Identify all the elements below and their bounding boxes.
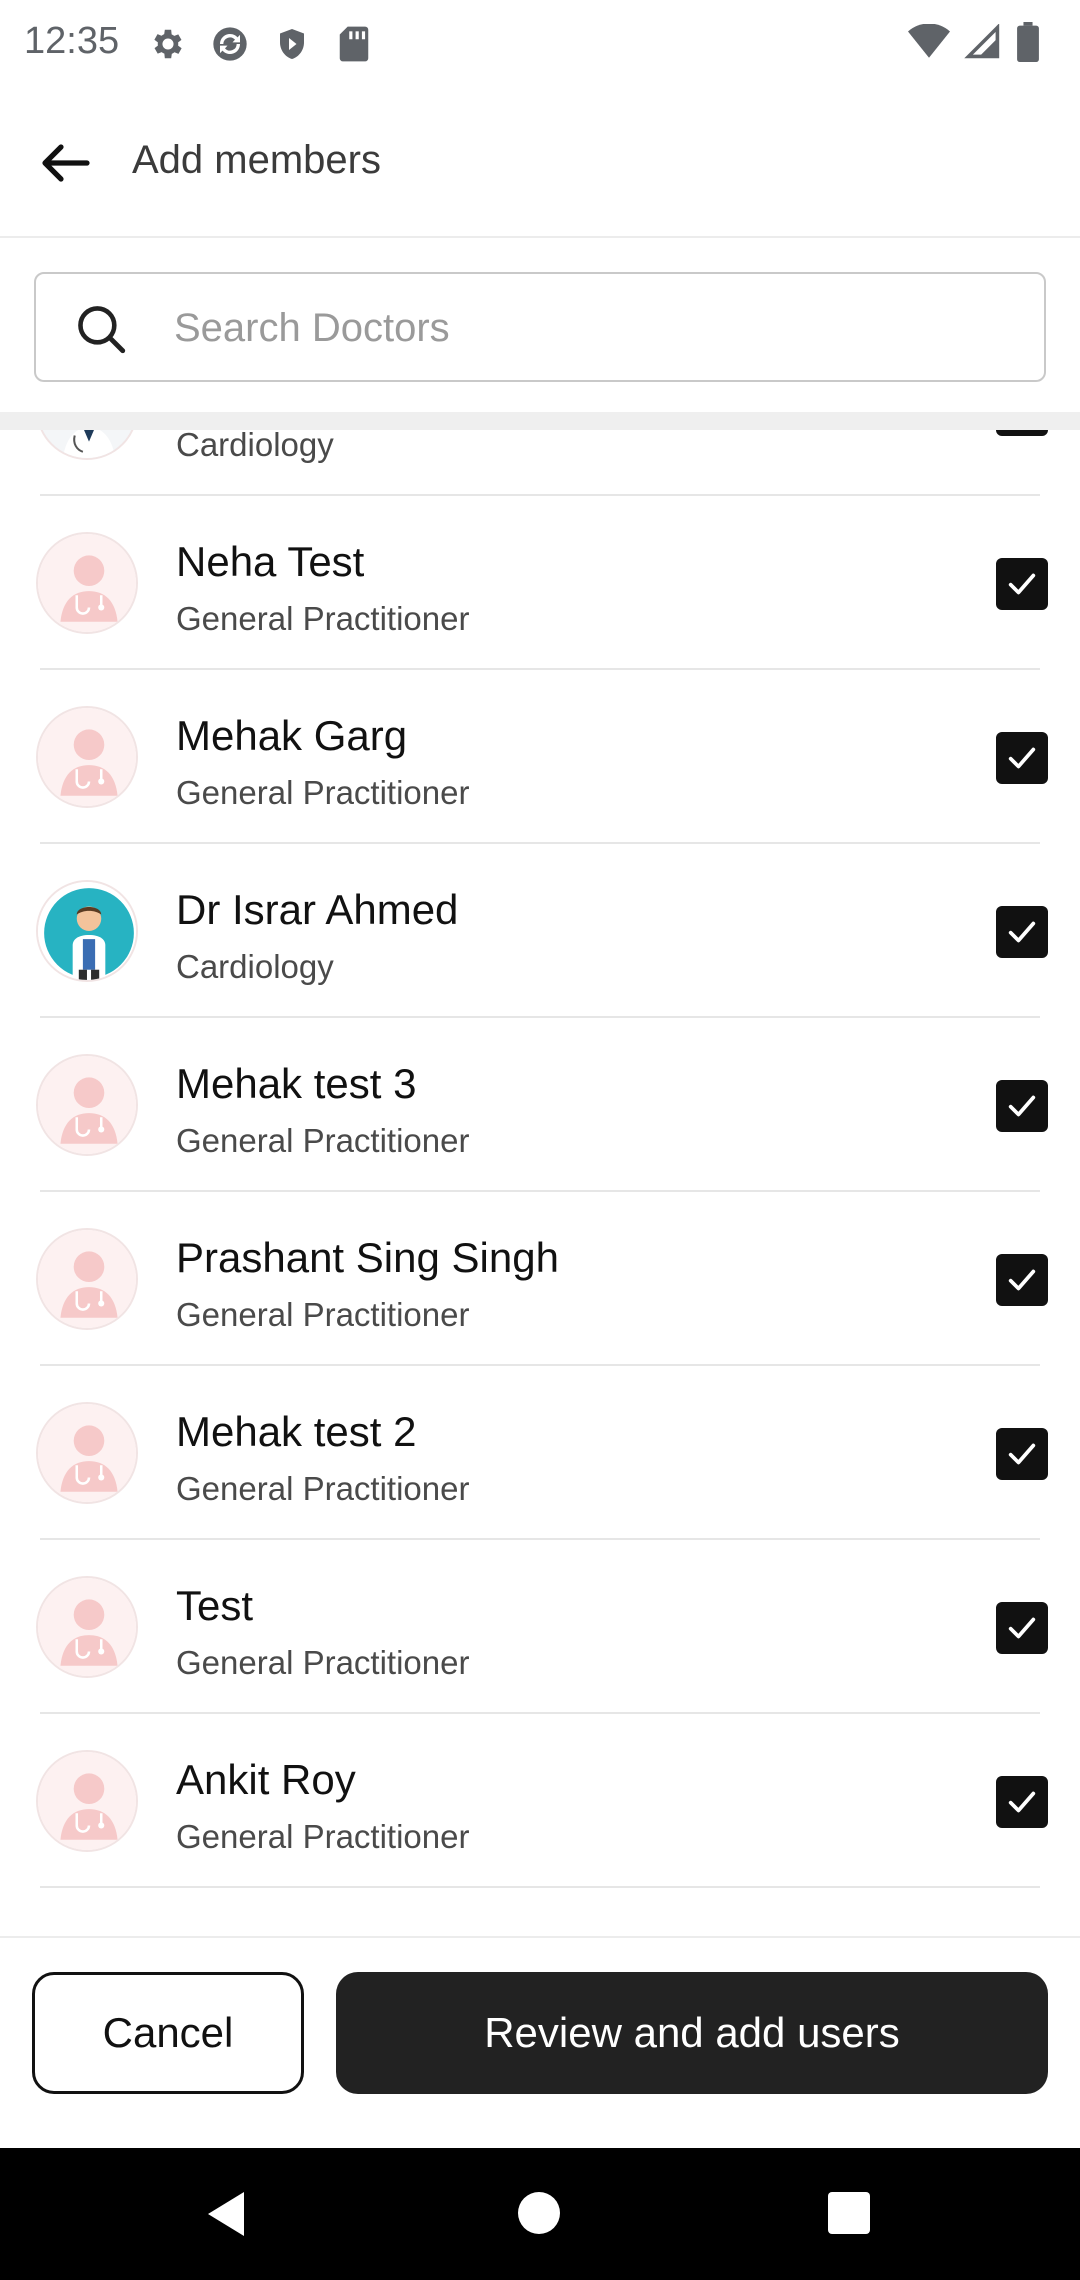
nav-back-icon[interactable] bbox=[204, 2190, 248, 2243]
doctor-specialty: Cardiology bbox=[176, 948, 334, 985]
checkmark-icon bbox=[1005, 1089, 1039, 1123]
search-section bbox=[0, 240, 1080, 430]
shield-icon bbox=[270, 22, 314, 66]
doctor-name: Neha Test bbox=[176, 538, 365, 585]
select-checkbox[interactable] bbox=[996, 558, 1048, 610]
select-checkbox[interactable] bbox=[996, 732, 1048, 784]
doctor-placeholder-avatar bbox=[36, 1402, 138, 1504]
wifi-icon bbox=[908, 23, 950, 65]
checkmark-icon bbox=[1005, 1263, 1039, 1297]
cancel-button[interactable]: Cancel bbox=[32, 1972, 304, 2094]
doctor-list-item[interactable]: Test General Practitioner bbox=[0, 1540, 1080, 1714]
doctor-specialty: Cardiology bbox=[176, 430, 334, 463]
system-nav-bar bbox=[0, 2148, 1080, 2280]
doctor-list-item[interactable]: yogesh shindeCardiology bbox=[0, 430, 1080, 496]
search-icon bbox=[72, 300, 130, 358]
doctor-specialty: General Practitioner bbox=[176, 1818, 470, 1855]
doctor-name: Test bbox=[176, 1582, 254, 1629]
battery-icon bbox=[1016, 22, 1040, 67]
select-checkbox[interactable] bbox=[996, 1080, 1048, 1132]
doctor-avatar bbox=[36, 880, 138, 982]
doctor-specialty: General Practitioner bbox=[176, 1122, 470, 1159]
sync-icon bbox=[208, 22, 252, 66]
doctor-specialty: General Practitioner bbox=[176, 1470, 470, 1507]
select-checkbox[interactable] bbox=[996, 1254, 1048, 1306]
page-title: Add members bbox=[132, 138, 381, 182]
doctor-placeholder-avatar bbox=[36, 1750, 138, 1852]
cell-signal-icon bbox=[964, 23, 1002, 65]
doctor-placeholder-avatar bbox=[36, 1576, 138, 1678]
doctor-list-items: yogesh shindeCardiology Neha Test General … bbox=[0, 430, 1080, 1888]
checkmark-icon bbox=[1005, 915, 1039, 949]
select-checkbox[interactable] bbox=[996, 1428, 1048, 1480]
arrow-left-icon bbox=[42, 144, 90, 182]
row-divider bbox=[40, 1886, 1040, 1888]
doctor-list-item[interactable]: Ankit Roy General Practitioner bbox=[0, 1714, 1080, 1888]
doctor-name: Mehak test 2 bbox=[176, 1408, 417, 1455]
sd-card-icon bbox=[332, 22, 376, 66]
select-checkbox[interactable] bbox=[996, 430, 1048, 436]
doctor-list[interactable]: yogesh shindeCardiology Neha Test General … bbox=[0, 430, 1080, 1936]
doctor-placeholder-avatar bbox=[36, 1054, 138, 1156]
doctor-name: Prashant Sing Singh bbox=[176, 1234, 559, 1281]
doctor-list-item[interactable]: Prashant Sing Singh General Practitioner bbox=[0, 1192, 1080, 1366]
search-box[interactable] bbox=[34, 272, 1046, 382]
status-icons-right bbox=[908, 22, 1040, 67]
review-and-add-users-button[interactable]: Review and add users bbox=[336, 1972, 1048, 2094]
doctor-list-item[interactable]: Neha Test General Practitioner bbox=[0, 496, 1080, 670]
doctor-avatar bbox=[36, 430, 138, 460]
status-time: 12:35 bbox=[24, 20, 120, 62]
status-icons-left bbox=[146, 22, 376, 66]
doctor-placeholder-avatar bbox=[36, 706, 138, 808]
doctor-list-item[interactable]: Mehak test 2 General Practitioner bbox=[0, 1366, 1080, 1540]
doctor-name: Mehak test 3 bbox=[176, 1060, 417, 1107]
back-button[interactable] bbox=[28, 126, 102, 200]
doctor-specialty: General Practitioner bbox=[176, 1644, 470, 1681]
checkmark-icon bbox=[1005, 741, 1039, 775]
checkmark-icon bbox=[1005, 1437, 1039, 1471]
status-bar: 12:35 bbox=[0, 0, 1080, 88]
checkmark-icon bbox=[1005, 1611, 1039, 1645]
app-header: Add members bbox=[0, 88, 1080, 238]
doctor-specialty: General Practitioner bbox=[176, 1296, 470, 1333]
select-checkbox[interactable] bbox=[996, 906, 1048, 958]
gear-icon bbox=[146, 22, 190, 66]
doctor-name: Mehak Garg bbox=[176, 712, 408, 759]
doctor-placeholder-avatar bbox=[36, 532, 138, 634]
doctor-specialty: General Practitioner bbox=[176, 600, 470, 637]
doctor-list-item[interactable]: Mehak test 3 General Practitioner bbox=[0, 1018, 1080, 1192]
doctor-specialty: General Practitioner bbox=[176, 774, 470, 811]
nav-recents-icon[interactable] bbox=[828, 2192, 870, 2234]
select-checkbox[interactable] bbox=[996, 1776, 1048, 1828]
select-checkbox[interactable] bbox=[996, 1602, 1048, 1654]
nav-home-icon[interactable] bbox=[518, 2192, 560, 2234]
checkmark-icon bbox=[1005, 567, 1039, 601]
doctor-placeholder-avatar bbox=[36, 1228, 138, 1330]
doctor-name: Ankit Roy bbox=[176, 1756, 356, 1803]
doctor-list-item[interactable]: Mehak Garg General Practitioner bbox=[0, 670, 1080, 844]
search-input[interactable] bbox=[174, 292, 1014, 364]
doctor-list-item[interactable]: Dr Israr Ahmed Cardiology bbox=[0, 844, 1080, 1018]
checkmark-icon bbox=[1005, 1785, 1039, 1819]
doctor-name: Dr Israr Ahmed bbox=[176, 886, 459, 933]
footer-actions: Cancel Review and add users bbox=[0, 1936, 1080, 2148]
